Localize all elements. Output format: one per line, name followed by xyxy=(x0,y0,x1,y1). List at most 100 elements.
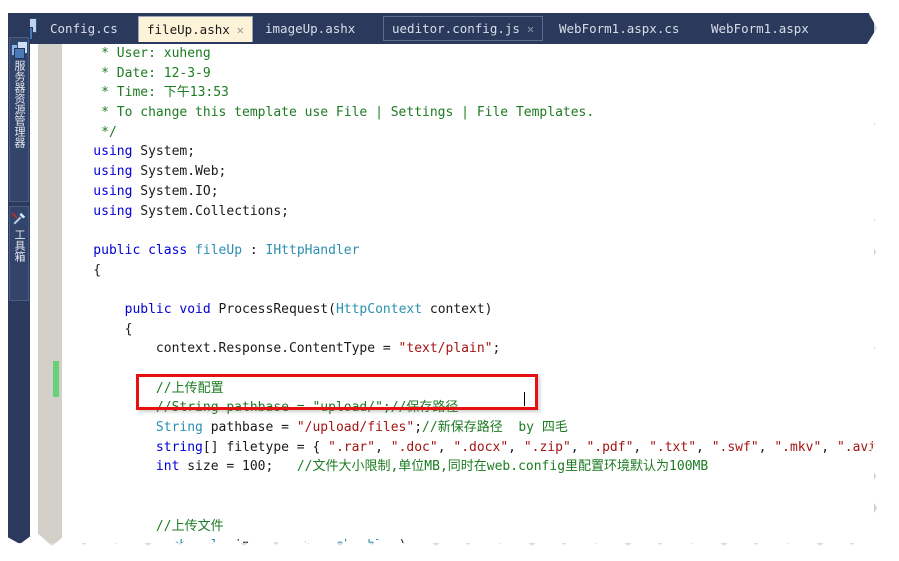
code-token: "text/plain" xyxy=(398,341,493,357)
close-icon[interactable]: ✕ xyxy=(237,23,244,37)
code-token: , xyxy=(437,439,454,455)
code-token: ".pdf" xyxy=(586,439,634,455)
code-token: public class xyxy=(62,242,188,258)
editor-tab-webform1-aspx[interactable]: WebForm1.aspx xyxy=(703,16,817,41)
code-line[interactable] xyxy=(62,497,874,517)
code-line[interactable]: * Time: 下午13:53 xyxy=(62,83,874,103)
dock-label-toolbox: 工具箱 xyxy=(13,229,26,262)
code-token: ".doc" xyxy=(390,439,438,455)
code-line[interactable]: public void ProcessRequest(HttpContext c… xyxy=(62,300,874,320)
code-token: size = 100; xyxy=(179,459,297,475)
code-line[interactable]: public class fileUp : IHttpHandler xyxy=(62,241,874,261)
code-token: ; xyxy=(492,341,501,357)
code-token: context.Response.ContentType = xyxy=(62,341,399,357)
editor-tab-imageup-ashx[interactable]: imageUp.ashx xyxy=(257,16,363,41)
code-token: ".swf" xyxy=(711,439,759,455)
code-token: */ xyxy=(62,124,117,140)
code-token: System.IO; xyxy=(132,183,219,199)
code-token: * Time: 下午13:53 xyxy=(62,85,229,101)
code-line[interactable]: */ xyxy=(62,123,874,143)
code-token: ; xyxy=(414,420,423,436)
code-token: , xyxy=(508,439,524,455)
code-line[interactable]: //String pathbase = "upload/";//保存路径 xyxy=(62,398,874,418)
code-token: ProcessRequest( xyxy=(210,301,336,317)
editor-tab-webform1-aspx-cs[interactable]: WebForm1.aspx.cs xyxy=(551,16,687,41)
dock-item-toolbox[interactable]: 工具箱 xyxy=(9,206,29,301)
code-token: ".mkv" xyxy=(774,439,822,455)
code-token: ".rar" xyxy=(328,439,376,455)
code-line[interactable]: using System.Web; xyxy=(62,162,874,182)
code-line[interactable] xyxy=(62,221,874,241)
torn-edge-right xyxy=(864,0,899,561)
dock-label-server-explorer: 服务器资源管理器 xyxy=(13,60,26,148)
code-line[interactable]: string[] filetype = { ".rar", ".doc", ".… xyxy=(62,438,874,458)
code-token: , xyxy=(758,439,775,455)
code-token: { xyxy=(62,262,102,278)
code-token: //上传配置 xyxy=(62,380,224,396)
code-line[interactable]: using System; xyxy=(62,142,874,162)
torn-edge-bottom xyxy=(0,531,899,561)
code-token: , xyxy=(633,439,650,455)
code-line[interactable]: { xyxy=(62,261,874,281)
code-token: using xyxy=(62,164,133,180)
code-token: context) xyxy=(422,301,493,317)
code-editor[interactable]: * User: xuheng * Date: 12-3-9 * Time: 下午… xyxy=(8,44,874,543)
editor-tab-fileup-ashx[interactable]: fileUp.ashx ✕ xyxy=(138,16,254,42)
code-token: pathbase = xyxy=(202,420,297,436)
code-token: ".zip" xyxy=(523,439,571,455)
close-icon[interactable]: ✕ xyxy=(527,22,534,36)
code-line[interactable] xyxy=(62,359,874,379)
code-line[interactable]: context.Response.ContentType = "text/pla… xyxy=(62,339,874,359)
code-line[interactable]: * Date: 12-3-9 xyxy=(62,64,874,84)
editor-tab-label: fileUp.ashx xyxy=(147,22,230,37)
code-token: * Date: 12-3-9 xyxy=(62,65,211,81)
code-token: string xyxy=(62,439,203,455)
code-line[interactable] xyxy=(62,477,874,497)
code-line[interactable]: using System.IO; xyxy=(62,182,874,202)
code-line[interactable]: * To change this template use File | Set… xyxy=(62,103,874,123)
code-token: : xyxy=(242,242,266,258)
code-token: using xyxy=(62,203,133,219)
code-line[interactable]: { xyxy=(62,320,874,340)
code-token: , xyxy=(375,439,391,455)
code-token: //文件大小限制,单位MB,同时在web.config里配置环境默认为100MB xyxy=(296,459,709,475)
editor-tab-ueditor-config-js[interactable]: ueditor.config.js ✕ xyxy=(383,16,544,41)
code-line[interactable]: using System.Collections; xyxy=(62,202,874,222)
toolbox-icon xyxy=(11,210,27,226)
code-line[interactable]: //上传配置 xyxy=(62,379,874,399)
code-line[interactable] xyxy=(62,280,874,300)
code-token: { xyxy=(62,321,133,337)
code-token: ".txt" xyxy=(649,439,697,455)
code-line[interactable]: * User: xuheng xyxy=(62,44,874,64)
code-token: , xyxy=(821,439,837,455)
ide-window: Config.cs fileUp.ashx ✕ imageUp.ashx ueditor… xyxy=(8,13,874,543)
editor-tab-label: WebForm1.aspx xyxy=(711,21,809,36)
code-token: System; xyxy=(132,144,196,160)
code-token: fileUp xyxy=(187,242,243,258)
modified-line-marker xyxy=(53,361,59,397)
code-token: , xyxy=(570,439,587,455)
editor-tab-strip: Config.cs fileUp.ashx ✕ imageUp.ashx ueditor… xyxy=(8,13,874,44)
editor-tab-label: WebForm1.aspx.cs xyxy=(559,21,680,36)
code-token: //String pathbase = "upload/";//保存路径 xyxy=(62,400,459,416)
code-token: System.Collections; xyxy=(132,203,289,219)
dock-item-server-explorer[interactable]: 服务器资源管理器 xyxy=(9,37,29,202)
code-token: String xyxy=(62,420,203,436)
code-line[interactable]: String pathbase = "/upload/files";//新保存路… xyxy=(62,418,874,438)
code-token: * To change this template use File | Set… xyxy=(62,105,595,121)
code-token: [] filetype = { xyxy=(202,439,329,455)
editor-tab-label: Config.cs xyxy=(50,21,118,36)
code-line[interactable]: int size = 100; //文件大小限制,单位MB,同时在web.con… xyxy=(62,457,874,477)
code-text-area[interactable]: * User: xuheng * Date: 12-3-9 * Time: 下午… xyxy=(62,44,874,543)
code-token: , xyxy=(696,439,712,455)
code-token: using xyxy=(62,183,133,199)
screenshot-root: Config.cs fileUp.ashx ✕ imageUp.ashx ueditor… xyxy=(0,0,899,561)
editor-tab-label: ueditor.config.js xyxy=(392,21,520,36)
server-explorer-icon xyxy=(11,41,28,59)
code-token: HttpContext xyxy=(335,301,423,317)
code-token: public void xyxy=(62,301,211,317)
left-dock-bar: 服务器资源管理器 工具箱 xyxy=(8,13,30,543)
code-token: "/upload/files" xyxy=(296,420,415,436)
editor-tab-label: imageUp.ashx xyxy=(265,21,356,36)
editor-tab-config-cs[interactable]: Config.cs xyxy=(42,16,126,41)
